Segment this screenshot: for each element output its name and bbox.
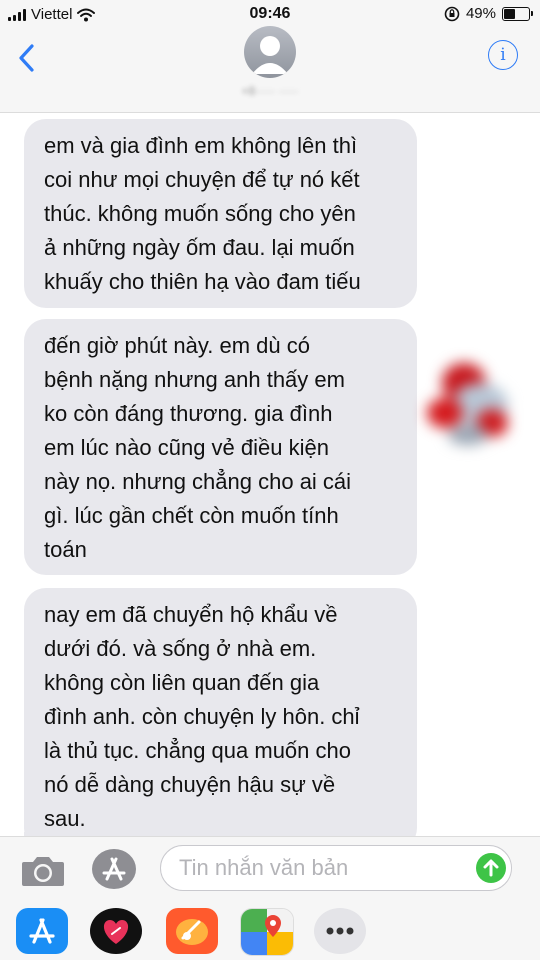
digital-touch-icon xyxy=(103,920,129,944)
back-button[interactable] xyxy=(14,40,42,76)
incoming-message-bubble[interactable]: em và gia đình em không lên thì coi như … xyxy=(24,119,417,308)
camera-icon xyxy=(22,857,64,886)
back-chevron-icon xyxy=(19,44,34,72)
send-button[interactable] xyxy=(476,853,506,883)
info-button[interactable]: i xyxy=(488,40,518,70)
send-arrow-icon xyxy=(483,859,499,877)
contact-avatar-icon xyxy=(252,36,288,74)
music-app-icon xyxy=(176,919,208,945)
message-input[interactable] xyxy=(160,845,512,891)
music-app[interactable] xyxy=(166,908,218,954)
battery-percent: 49% xyxy=(465,5,496,22)
more-icon xyxy=(326,927,354,935)
battery-icon xyxy=(502,6,533,21)
conversation-header: +8····· ····· i xyxy=(0,26,540,113)
message-text: em và gia đình em không lên thì coi như … xyxy=(44,133,361,294)
message-text: đến giờ phút này. em dù có bệnh nặng như… xyxy=(44,333,352,562)
blurred-sticker-image xyxy=(427,363,508,445)
google-maps-icon xyxy=(241,909,293,955)
app-store-icon xyxy=(102,857,126,881)
more-apps-button[interactable] xyxy=(314,908,366,954)
contact-avatar[interactable] xyxy=(244,26,296,78)
orientation-lock-icon xyxy=(444,6,460,21)
digital-touch-app[interactable] xyxy=(90,908,142,954)
app-store-button[interactable] xyxy=(92,849,136,889)
message-list[interactable]: em và gia đình em không lên thì coi như … xyxy=(0,113,540,836)
app-store-icon xyxy=(29,918,55,944)
google-maps-app[interactable] xyxy=(240,908,294,956)
message-text: nay em đã chuyển hộ khẩu về dưới đó. và … xyxy=(44,602,360,831)
imessage-app-drawer xyxy=(0,900,540,960)
contact-name[interactable]: +8····· ····· xyxy=(180,84,360,98)
status-right: 49% xyxy=(444,5,533,22)
camera-button[interactable] xyxy=(20,852,66,888)
battery-fill xyxy=(504,8,515,19)
incoming-message-bubble[interactable]: nay em đã chuyển hộ khẩu về dưới đó. và … xyxy=(9,588,417,836)
info-icon: i xyxy=(500,45,506,65)
compose-bar xyxy=(0,836,540,901)
app-store-app[interactable] xyxy=(16,908,68,954)
incoming-message-bubble[interactable]: đến giờ phút này. em dù có bệnh nặng như… xyxy=(24,319,417,575)
